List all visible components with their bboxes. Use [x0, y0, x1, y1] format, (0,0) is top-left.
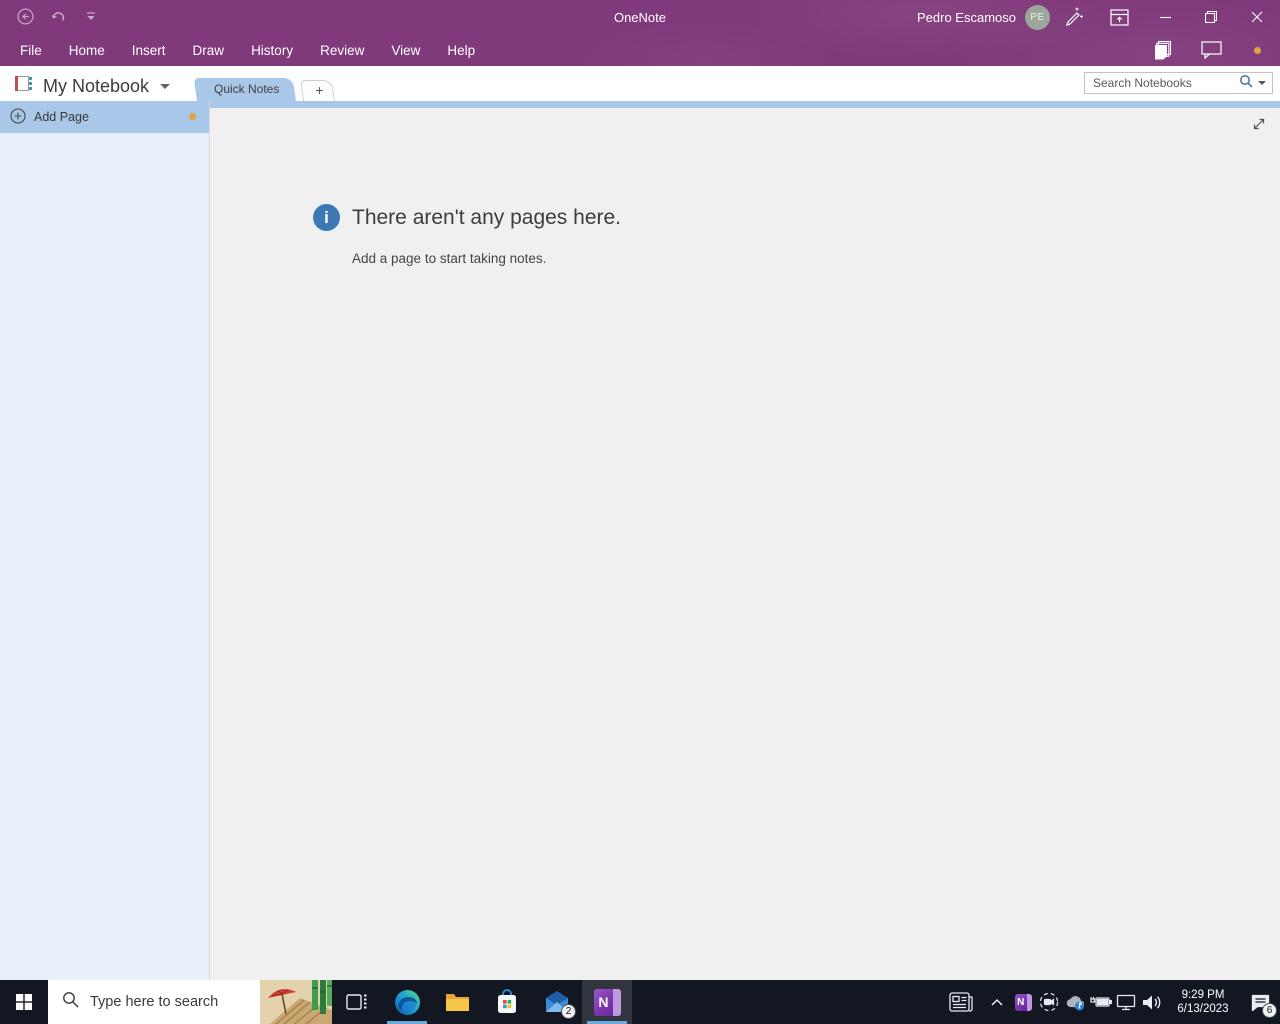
- info-icon: i: [313, 204, 340, 231]
- onenote-taskbar-button[interactable]: N: [582, 980, 632, 1024]
- section-color-strip: [210, 101, 1280, 108]
- titlebar: OneNote Pedro Escamoso PE File Home Inse…: [0, 0, 1280, 66]
- account-name[interactable]: Pedro Escamoso: [917, 10, 1016, 25]
- notebook-icon: [13, 73, 34, 99]
- tab-help[interactable]: Help: [447, 43, 475, 58]
- edge-logo-icon: [394, 989, 420, 1015]
- ribbon-display-options-icon[interactable]: [1096, 0, 1142, 34]
- taskbar-search-icon: [62, 991, 79, 1013]
- avatar[interactable]: PE: [1025, 4, 1050, 30]
- clock-time: 9:29 PM: [1181, 989, 1225, 1001]
- add-page-label: Add Page: [34, 110, 89, 124]
- tab-file[interactable]: File: [20, 43, 42, 58]
- close-button[interactable]: [1234, 0, 1280, 34]
- battery-icon[interactable]: [1088, 980, 1113, 1024]
- empty-state-message: i There aren't any pages here. Add a pag…: [313, 204, 621, 266]
- search-highlight-image[interactable]: [260, 980, 332, 1024]
- onenote-tray-icon[interactable]: N: [1010, 980, 1036, 1024]
- meet-now-icon[interactable]: [1036, 980, 1062, 1024]
- new-section-button[interactable]: +: [303, 80, 335, 101]
- action-center-button[interactable]: 6: [1240, 980, 1280, 1024]
- coachmark-dot-add-page[interactable]: [189, 113, 196, 120]
- hidden-icons-chevron[interactable]: [984, 980, 1010, 1024]
- tab-history[interactable]: History: [251, 43, 293, 58]
- onenote-logo-icon: N: [593, 988, 621, 1016]
- inking-pen-icon[interactable]: [1050, 0, 1096, 34]
- minimize-button[interactable]: [1142, 0, 1188, 34]
- clock-date: 6/13/2023: [1177, 1003, 1229, 1015]
- ribbon-tabs: File Home Insert Draw History Review Vie…: [0, 34, 502, 66]
- store-bag-icon: [498, 989, 516, 1013]
- system-tray: N 9:29 PM 6/13/2023 6: [938, 980, 1280, 1024]
- microsoft-store-button[interactable]: [482, 980, 532, 1024]
- add-page-button[interactable]: Add Page: [0, 101, 209, 133]
- windows-logo-icon: [16, 994, 32, 1010]
- add-circle-icon: [10, 107, 26, 127]
- page-list-sidebar: Add Page: [0, 101, 209, 980]
- section-tabs: Quick Notes +: [197, 78, 336, 101]
- task-view-button[interactable]: [332, 980, 382, 1024]
- full-page-view-icon[interactable]: [1248, 113, 1270, 135]
- notebook-header: My Notebook Quick Notes +: [0, 66, 1280, 101]
- chevron-down-icon: [160, 83, 171, 89]
- taskbar-search-placeholder: Type here to search: [90, 994, 219, 1010]
- edge-button[interactable]: [382, 980, 432, 1024]
- tab-home[interactable]: Home: [69, 43, 105, 58]
- network-icon[interactable]: [1113, 980, 1138, 1024]
- onedrive-status-icon[interactable]: [1062, 980, 1088, 1024]
- volume-icon[interactable]: [1138, 980, 1166, 1024]
- tab-review[interactable]: Review: [320, 43, 364, 58]
- empty-state-title: There aren't any pages here.: [352, 206, 622, 229]
- notification-count-badge: 6: [1262, 1003, 1277, 1018]
- start-button[interactable]: [0, 980, 48, 1024]
- page-canvas: i There aren't any pages here. Add a pag…: [209, 101, 1280, 980]
- tab-draw[interactable]: Draw: [193, 43, 225, 58]
- search-scope-caret-icon[interactable]: [1258, 81, 1266, 85]
- search-icon[interactable]: [1239, 74, 1253, 93]
- notebook-name: My Notebook: [43, 75, 150, 96]
- search-notebooks-box[interactable]: [1084, 72, 1273, 94]
- tab-insert[interactable]: Insert: [132, 43, 166, 58]
- coachmark-dot-titlebar[interactable]: [1234, 34, 1280, 66]
- mail-button[interactable]: 2: [532, 980, 582, 1024]
- taskbar: Type here to search 2 N N 9:29 PM 6/13/2…: [0, 980, 1280, 1024]
- section-tab-quick-notes[interactable]: Quick Notes: [197, 78, 296, 101]
- folder-icon: [445, 993, 469, 1011]
- tab-view[interactable]: View: [391, 43, 420, 58]
- search-notebooks-input[interactable]: [1093, 76, 1239, 90]
- news-widget-icon[interactable]: [938, 980, 984, 1024]
- mail-unread-badge: 2: [561, 1004, 576, 1019]
- taskbar-search-box[interactable]: Type here to search: [48, 980, 332, 1024]
- comment-icon[interactable]: [1188, 34, 1234, 66]
- restore-button[interactable]: [1188, 0, 1234, 34]
- taskbar-clock[interactable]: 9:29 PM 6/13/2023: [1166, 980, 1240, 1024]
- notebook-switcher[interactable]: My Notebook: [13, 73, 171, 99]
- file-explorer-button[interactable]: [432, 980, 482, 1024]
- pages-stack-icon[interactable]: [1142, 34, 1188, 66]
- empty-state-hint: Add a page to start taking notes.: [352, 251, 547, 266]
